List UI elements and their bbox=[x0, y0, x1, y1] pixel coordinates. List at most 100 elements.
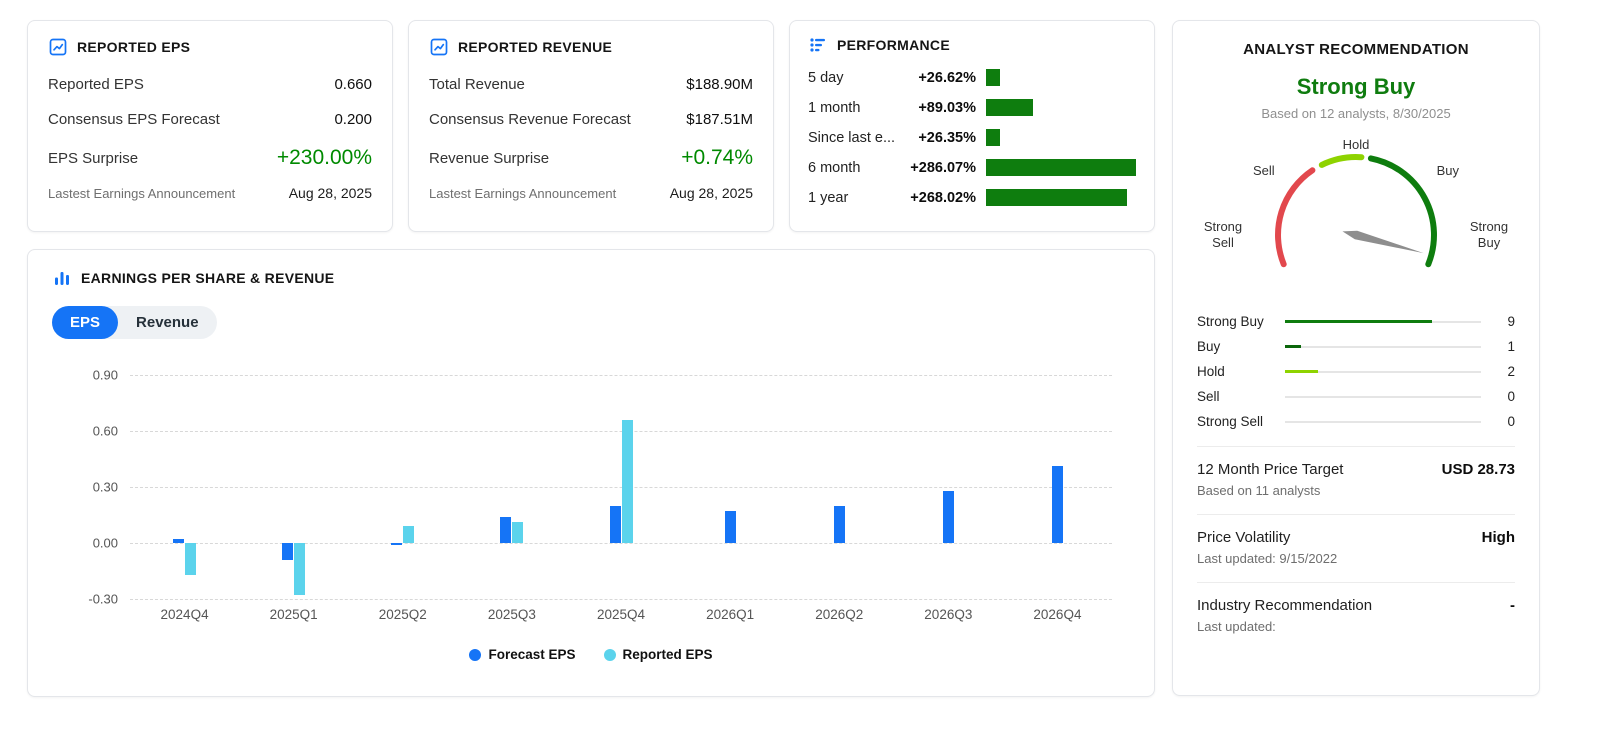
rating-distribution: Strong Buy 9 Buy 1 Hold 2 Sell 0 Strong … bbox=[1197, 309, 1515, 434]
period-label: 1 month bbox=[808, 100, 900, 116]
performance-row-6month: 6 month +286.07% bbox=[808, 155, 1136, 180]
performance-bar bbox=[986, 99, 1033, 116]
price-target-value: USD 28.73 bbox=[1442, 461, 1515, 478]
industry-recommendation-label: Industry Recommendation bbox=[1197, 597, 1372, 614]
performance-icon bbox=[808, 35, 828, 55]
eps-surprise-value: +230.00% bbox=[277, 146, 372, 170]
x-axis-label: 2026Q3 bbox=[894, 607, 1003, 622]
period-return: +286.07% bbox=[900, 160, 986, 176]
forecast-eps-bar bbox=[282, 543, 293, 560]
legend-forecast-eps-label: Forecast EPS bbox=[488, 647, 575, 662]
rating-subtitle: Based on 12 analysts, 8/30/2025 bbox=[1197, 106, 1515, 121]
performance-bar-track bbox=[986, 159, 1136, 176]
eps-announcement-label: Lastest Earnings Announcement bbox=[48, 186, 235, 201]
tab-eps[interactable]: EPS bbox=[52, 306, 118, 339]
revenue-surprise-label: Revenue Surprise bbox=[429, 150, 549, 167]
industry-recommendation-value: - bbox=[1510, 597, 1515, 614]
divider bbox=[1197, 514, 1515, 515]
analyst-recommendation-card: ANALYST RECOMMENDATION Strong Buy Based … bbox=[1172, 20, 1540, 696]
x-axis-label: 2025Q4 bbox=[566, 607, 675, 622]
dist-label: Buy bbox=[1197, 339, 1285, 354]
gauge-svg bbox=[1236, 137, 1476, 277]
period-label: 6 month bbox=[808, 160, 900, 176]
legend-forecast-eps[interactable]: Forecast EPS bbox=[469, 647, 575, 662]
dist-count: 2 bbox=[1493, 364, 1515, 379]
dist-track bbox=[1285, 421, 1481, 423]
dist-label: Hold bbox=[1197, 364, 1285, 379]
dist-bar bbox=[1285, 320, 1432, 323]
report-chart-icon bbox=[429, 37, 449, 57]
x-axis-label: 2026Q2 bbox=[785, 607, 894, 622]
report-chart-icon bbox=[48, 37, 68, 57]
performance-row-since-last: Since last e... +26.35% bbox=[808, 125, 1136, 150]
dist-row-strong-buy: Strong Buy 9 bbox=[1197, 309, 1515, 334]
x-axis-label: 2025Q3 bbox=[457, 607, 566, 622]
reported-revenue-header: REPORTED REVENUE bbox=[429, 37, 753, 57]
dist-track bbox=[1285, 346, 1481, 348]
industry-recommendation-section: Industry Recommendation - Last updated: bbox=[1197, 595, 1515, 638]
forecast-eps-bar bbox=[1052, 466, 1063, 543]
legend-reported-eps[interactable]: Reported EPS bbox=[604, 647, 713, 662]
reported-eps-bar bbox=[185, 543, 196, 575]
total-revenue-value: $188.90M bbox=[686, 76, 753, 93]
reported-revenue-card: REPORTED REVENUE Total Revenue $188.90M … bbox=[408, 20, 774, 232]
chart-legend: Forecast EPS Reported EPS bbox=[52, 647, 1130, 662]
x-axis-label: 2026Q4 bbox=[1003, 607, 1112, 622]
bar-chart-icon bbox=[52, 268, 72, 288]
price-target-label: 12 Month Price Target bbox=[1197, 461, 1343, 478]
performance-bar-track bbox=[986, 69, 1136, 86]
dist-row-hold: Hold 2 bbox=[1197, 359, 1515, 384]
performance-rows: 5 day +26.62% 1 month +89.03% Since last… bbox=[808, 65, 1136, 210]
price-volatility-section: Price Volatility High Last updated: 9/15… bbox=[1197, 527, 1515, 570]
forecast-eps-bar bbox=[834, 506, 845, 543]
consensus-rating: Strong Buy bbox=[1197, 74, 1515, 100]
dist-track bbox=[1285, 321, 1481, 323]
consensus-revenue-label: Consensus Revenue Forecast bbox=[429, 111, 631, 128]
analyst-recommendation-title: ANALYST RECOMMENDATION bbox=[1197, 41, 1515, 58]
forecast-eps-bar bbox=[391, 543, 402, 545]
dist-count: 9 bbox=[1493, 314, 1515, 329]
reported-eps-bar bbox=[294, 543, 305, 595]
dashboard: REPORTED EPS Reported EPS 0.660 Consensu… bbox=[0, 0, 1602, 697]
performance-bar bbox=[986, 69, 1000, 86]
price-volatility-value: High bbox=[1482, 529, 1515, 546]
divider bbox=[1197, 446, 1515, 447]
gauge-label-strong-buy: Strong Buy bbox=[1463, 219, 1515, 252]
gauge-label-hold: Hold bbox=[1343, 137, 1370, 153]
forecast-eps-bar bbox=[173, 539, 184, 543]
reported-eps-bar bbox=[622, 420, 633, 543]
eps-announcement-date: Aug 28, 2025 bbox=[289, 185, 372, 201]
chart-title: EARNINGS PER SHARE & REVENUE bbox=[81, 270, 334, 286]
period-return: +26.62% bbox=[900, 70, 986, 86]
eps-bar-chart: 0.900.600.300.00-0.302024Q42025Q12025Q22… bbox=[130, 375, 1112, 599]
tab-revenue[interactable]: Revenue bbox=[118, 306, 217, 339]
reported-eps-dot bbox=[604, 649, 616, 661]
forecast-eps-dot bbox=[469, 649, 481, 661]
performance-bar-track bbox=[986, 129, 1136, 146]
forecast-eps-bar bbox=[500, 517, 511, 543]
performance-row-1year: 1 year +268.02% bbox=[808, 185, 1136, 210]
dist-count: 0 bbox=[1493, 389, 1515, 404]
revenue-announcement-date: Aug 28, 2025 bbox=[670, 185, 753, 201]
dist-track bbox=[1285, 396, 1481, 398]
legend-reported-eps-label: Reported EPS bbox=[623, 647, 713, 662]
revenue-announcement-label: Lastest Earnings Announcement bbox=[429, 186, 616, 201]
y-axis-label: 0.30 bbox=[64, 480, 118, 495]
revenue-surprise-row: Revenue Surprise +0.74% bbox=[429, 137, 753, 179]
performance-header: PERFORMANCE bbox=[808, 35, 1136, 55]
x-axis-label: 2025Q2 bbox=[348, 607, 457, 622]
reported-eps-header: REPORTED EPS bbox=[48, 37, 372, 57]
chart-gridline bbox=[130, 599, 1112, 600]
gauge-label-sell: Sell bbox=[1253, 163, 1275, 179]
forecast-eps-bar bbox=[943, 491, 954, 543]
divider bbox=[1197, 582, 1515, 583]
consensus-eps-row: Consensus EPS Forecast 0.200 bbox=[48, 102, 372, 137]
dist-label: Sell bbox=[1197, 389, 1285, 404]
chart-header: EARNINGS PER SHARE & REVENUE bbox=[52, 268, 1130, 288]
dist-label: Strong Sell bbox=[1197, 414, 1285, 429]
y-axis-label: -0.30 bbox=[64, 592, 118, 607]
forecast-eps-bar bbox=[610, 506, 621, 543]
performance-bar bbox=[986, 159, 1136, 176]
revenue-surprise-value: +0.74% bbox=[681, 146, 753, 170]
chart-gridline bbox=[130, 543, 1112, 544]
